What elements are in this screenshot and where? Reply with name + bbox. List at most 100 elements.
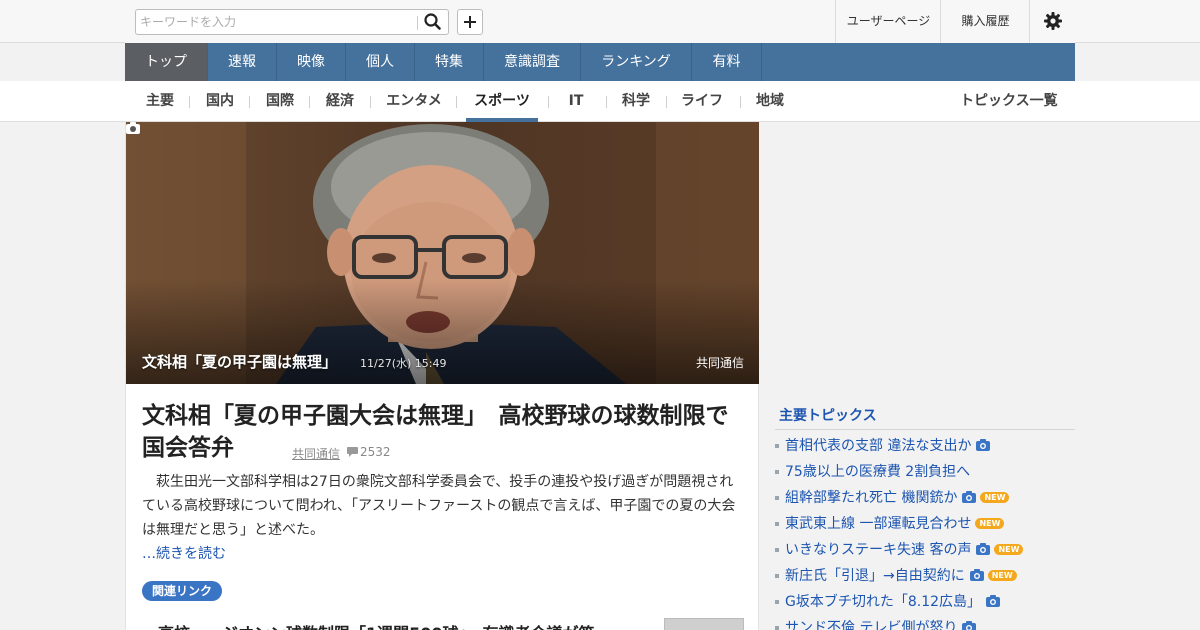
new-badge: NEW xyxy=(994,544,1024,555)
article-summary: 萩生田光一文部科学相は27日の衆院文部科学委員会で、投手の連投や投げ過ぎが問題視… xyxy=(142,474,736,538)
category-divider xyxy=(249,96,250,108)
topic-text[interactable]: 組幹部撃たれ死亡 機関銃か NEW xyxy=(785,488,1010,509)
read-more-link[interactable]: …続きを読む xyxy=(142,543,226,563)
bullet-icon xyxy=(775,522,779,526)
main-nav-survey[interactable]: 意識調査 xyxy=(484,43,581,81)
category-life[interactable]: ライフ xyxy=(676,81,728,122)
main-nav-breaking[interactable]: 速報 xyxy=(208,43,277,81)
main-nav-top[interactable]: トップ xyxy=(125,43,208,81)
camera-icon xyxy=(986,593,1001,613)
topic-text[interactable]: 東武東上線 一部運転見合わせ NEW xyxy=(785,514,1005,534)
bullet-icon xyxy=(775,600,779,604)
topic-label: 新庄氏「引退」→自由契約に xyxy=(785,568,965,584)
category-domestic[interactable]: 国内 xyxy=(200,81,240,122)
topic-item[interactable]: 組幹部撃たれ死亡 機関銃か NEW xyxy=(775,488,1075,508)
camera-icon xyxy=(126,122,140,134)
all-topics-link[interactable]: トピックス一覧 xyxy=(960,81,1058,122)
new-badge: NEW xyxy=(987,570,1017,581)
category-economy[interactable]: 経済 xyxy=(320,81,360,122)
category-divider xyxy=(666,96,667,108)
main-nav-video[interactable]: 映像 xyxy=(277,43,346,81)
purchase-history-link[interactable]: 購入履歴 xyxy=(940,0,1030,43)
related-links-badge: 関連リンク xyxy=(142,581,223,601)
search-button[interactable] xyxy=(422,12,446,32)
search-icon xyxy=(424,13,441,30)
hero-date: 11/27(水) 15:49 xyxy=(360,357,447,370)
article-source-link[interactable]: 共同通信 xyxy=(292,445,340,462)
topic-label: 組幹部撃たれ死亡 機関銃か xyxy=(785,490,958,506)
main-nav-individual[interactable]: 個人 xyxy=(346,43,415,81)
bullet-icon xyxy=(775,626,779,630)
related-link-item[interactable]: 高校 ～ジオンン球数制限「1週間500球」 有識者会議が答 xyxy=(158,620,658,630)
topic-text[interactable]: 75歳以上の医療費 2割負担へ xyxy=(785,462,970,482)
comment-icon xyxy=(347,447,358,457)
category-main[interactable]: 主要 xyxy=(140,81,180,122)
category-divider xyxy=(309,96,310,108)
category-divider xyxy=(189,96,190,108)
topic-item[interactable]: いきなりステーキ失速 客の声 NEW xyxy=(775,540,1075,560)
main-column: 文科相「夏の甲子園は無理」 11/27(水) 15:49 共同通信 文科相「夏の… xyxy=(125,122,759,630)
camera-icon xyxy=(969,567,984,587)
bullet-icon xyxy=(775,548,779,552)
topic-item[interactable]: 首相代表の支部 違法な支出か xyxy=(775,436,1075,456)
related-thumbnail[interactable] xyxy=(664,618,744,630)
category-region[interactable]: 地域 xyxy=(750,81,790,122)
new-badge: NEW xyxy=(980,492,1010,503)
camera-icon xyxy=(976,437,991,457)
topic-text[interactable]: G坂本ブチ切れた「8.12広島」 xyxy=(785,592,1001,613)
hero-caption: 文科相「夏の甲子園は無理」 xyxy=(142,353,338,371)
new-badge: NEW xyxy=(975,518,1005,529)
topics-divider xyxy=(775,429,1075,430)
comment-count[interactable]: 2532 xyxy=(360,445,391,459)
main-nav-features[interactable]: 特集 xyxy=(415,43,484,81)
camera-icon xyxy=(962,619,977,630)
topic-label: 東武東上線 一部運転見合わせ xyxy=(785,516,972,532)
topic-item[interactable]: サンド不倫 テレビ側が怒り xyxy=(775,618,1075,630)
hero-photo xyxy=(126,122,759,384)
top-bar: ユーザーページ 購入履歴 xyxy=(0,0,1200,43)
topic-text[interactable]: いきなりステーキ失速 客の声 NEW xyxy=(785,540,1024,561)
category-divider xyxy=(740,96,741,108)
category-divider xyxy=(456,96,457,108)
topic-item[interactable]: G坂本ブチ切れた「8.12広島」 xyxy=(775,592,1075,612)
category-entertainment[interactable]: エンタメ xyxy=(380,81,448,122)
user-page-link[interactable]: ユーザーページ xyxy=(835,0,941,43)
topic-label: G坂本ブチ切れた「8.12広島」 xyxy=(785,594,982,610)
category-sports[interactable]: スポーツ xyxy=(466,81,538,122)
main-nav-paid[interactable]: 有料 xyxy=(692,43,762,81)
settings-button[interactable] xyxy=(1029,0,1075,43)
article-headline[interactable]: 文科相「夏の甲子園大会は無理」 高校野球の球数制限で国会答弁 xyxy=(142,400,742,464)
search-input[interactable] xyxy=(140,13,410,31)
camera-icon xyxy=(976,541,991,561)
gear-icon xyxy=(1044,12,1062,30)
bullet-icon xyxy=(775,470,779,474)
topic-text[interactable]: 新庄氏「引退」→自由契約に NEW xyxy=(785,566,1017,587)
main-nav-ranking[interactable]: ランキング xyxy=(581,43,692,81)
topic-text[interactable]: サンド不倫 テレビ側が怒り xyxy=(785,618,977,630)
main-nav: トップ 速報 映像 個人 特集 意識調査 ランキング 有料 xyxy=(125,43,1075,81)
search-divider xyxy=(417,16,418,30)
top-bar-inner: ユーザーページ 購入履歴 xyxy=(125,0,1075,43)
bullet-icon xyxy=(775,444,779,448)
ad-space xyxy=(775,122,1075,372)
bullet-icon xyxy=(775,574,779,578)
topic-label: 首相代表の支部 違法な支出か xyxy=(785,438,972,454)
category-science[interactable]: 科学 xyxy=(616,81,656,122)
topic-item[interactable]: 75歳以上の医療費 2割負担へ xyxy=(775,462,1075,482)
category-divider xyxy=(606,96,607,108)
bullet-icon xyxy=(775,496,779,500)
topic-item[interactable]: 新庄氏「引退」→自由契約に NEW xyxy=(775,566,1075,586)
search-box xyxy=(135,9,449,35)
topic-item[interactable]: 東武東上線 一部運転見合わせ NEW xyxy=(775,514,1075,534)
hero-credit: 共同通信 xyxy=(696,356,745,370)
category-it[interactable]: IT xyxy=(560,81,592,122)
category-divider xyxy=(548,96,549,108)
topics-title: 主要トピックス xyxy=(779,408,877,424)
hero-image[interactable]: 文科相「夏の甲子園は無理」 11/27(水) 15:49 共同通信 xyxy=(126,122,759,384)
add-button[interactable] xyxy=(457,9,483,35)
category-international[interactable]: 国際 xyxy=(260,81,300,122)
topic-label: 75歳以上の医療費 2割負担へ xyxy=(785,464,971,480)
right-column: 主要トピックス 首相代表の支部 違法な支出か 75歳以上の医療費 2割負担へ 組幹部… xyxy=(759,122,1075,630)
topic-text[interactable]: 首相代表の支部 違法な支出か xyxy=(785,436,991,457)
category-divider xyxy=(370,96,371,108)
